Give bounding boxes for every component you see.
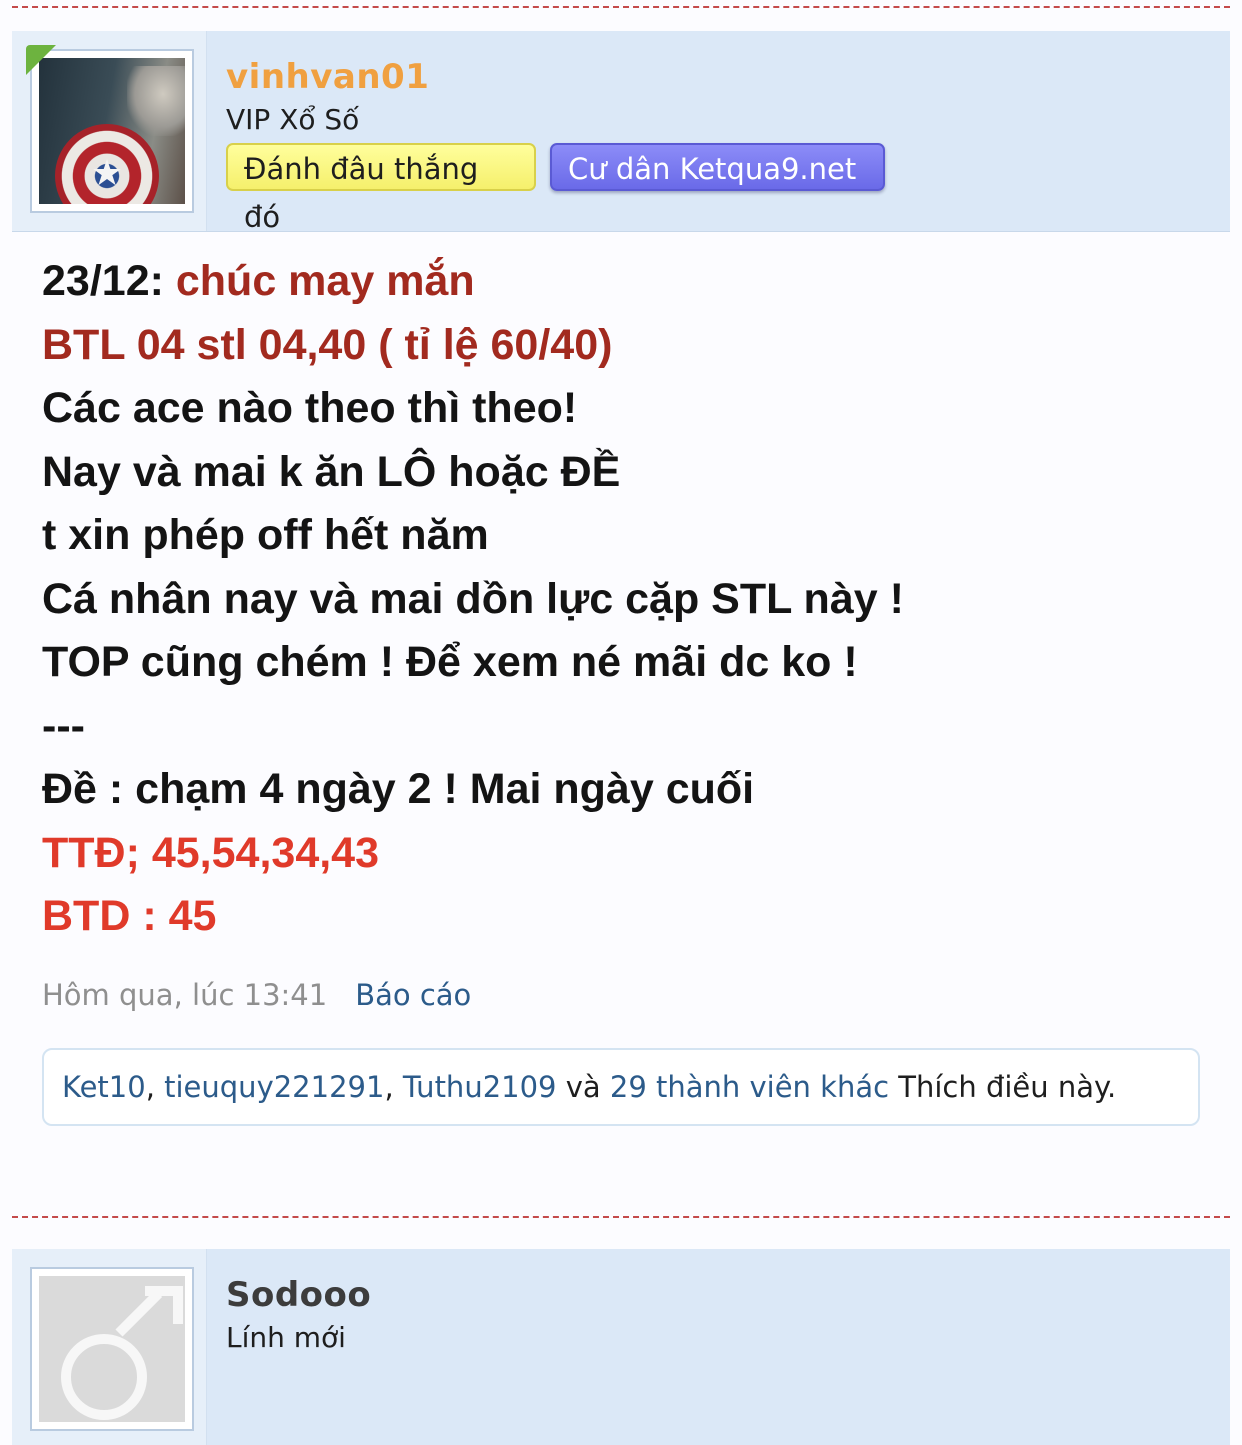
post-line: BTD : 45 [42, 892, 217, 940]
post-line: Cá nhân nay và mai dồn lực cặp STL này ! [42, 574, 904, 623]
post-divider-top [12, 6, 1230, 8]
user-title: VIP Xổ Số [226, 103, 360, 136]
report-link[interactable]: Báo cáo [355, 978, 471, 1012]
post-line: Đề : chạm 4 ngày 2 ! Mai ngày cuối [42, 765, 755, 813]
post-message: 23/12: chúc may mắn BTL 04 stl 04,40 ( t… [42, 250, 904, 949]
liker-link[interactable]: Ket10 [62, 1070, 146, 1104]
likes-summary: Ket10, tieuquy221291, Tuthu2109 và 29 th… [42, 1048, 1200, 1126]
post-line: TOP cũng chém ! Để xem né mãi dc ko ! [42, 638, 858, 686]
post-meta: Hôm qua, lúc 13:41 Báo cáo [42, 978, 471, 1012]
post-line: 23/12: chúc may mắn [42, 250, 904, 314]
post-line: BTL 04 stl 04,40 ( tỉ lệ 60/40) [42, 320, 613, 369]
post-line: --- [42, 701, 85, 750]
username-link[interactable]: vinhvan01 [226, 57, 429, 97]
post-line: Nay và mai k ăn LÔ hoặc ĐỀ [42, 447, 621, 496]
avatar-column: ★ [12, 31, 207, 231]
post-greeting: chúc may mắn [175, 257, 475, 305]
post-line: Các ace nào theo thì theo! [42, 384, 578, 432]
star-icon: ★ [90, 153, 124, 194]
user-title: Lính mới [226, 1321, 346, 1354]
avatar-smoke [127, 66, 185, 136]
post-user-bar: ★ vinhvan01 VIP Xổ Số Đánh đâu thắng đó … [12, 31, 1230, 234]
post-divider [12, 1216, 1230, 1218]
likes-and: và [556, 1070, 610, 1104]
post-timestamp[interactable]: Hôm qua, lúc 13:41 [42, 978, 327, 1012]
liker-link[interactable]: tieuquy221291 [164, 1070, 384, 1104]
liker-separator: , [384, 1070, 403, 1104]
liker-link[interactable]: Tuthu2109 [403, 1070, 557, 1104]
user-badge-1: Đánh đâu thắng đó [226, 143, 536, 234]
default-avatar-image [39, 1276, 185, 1422]
post-line: TTĐ; 45,54,34,43 [42, 828, 380, 877]
male-icon-arrow [145, 1286, 183, 1324]
avatar[interactable] [30, 1267, 194, 1431]
likes-suffix: Thích điều này. [889, 1070, 1117, 1104]
avatar-column [12, 1249, 207, 1445]
post-line: t xin phép off hết năm [42, 511, 489, 559]
username-link[interactable]: Sodooo [226, 1275, 371, 1315]
next-post-user-bar: Sodooo Lính mới [12, 1249, 1230, 1445]
user-badge-2: Cư dân Ketqua9.net [550, 143, 885, 191]
male-icon [61, 1334, 147, 1420]
other-likers-link[interactable]: 29 thành viên khác [610, 1070, 889, 1104]
liker-separator: , [145, 1070, 165, 1104]
avatar-image: ★ [39, 58, 185, 204]
post-date: 23/12: [42, 257, 176, 305]
online-status-icon [26, 45, 56, 75]
